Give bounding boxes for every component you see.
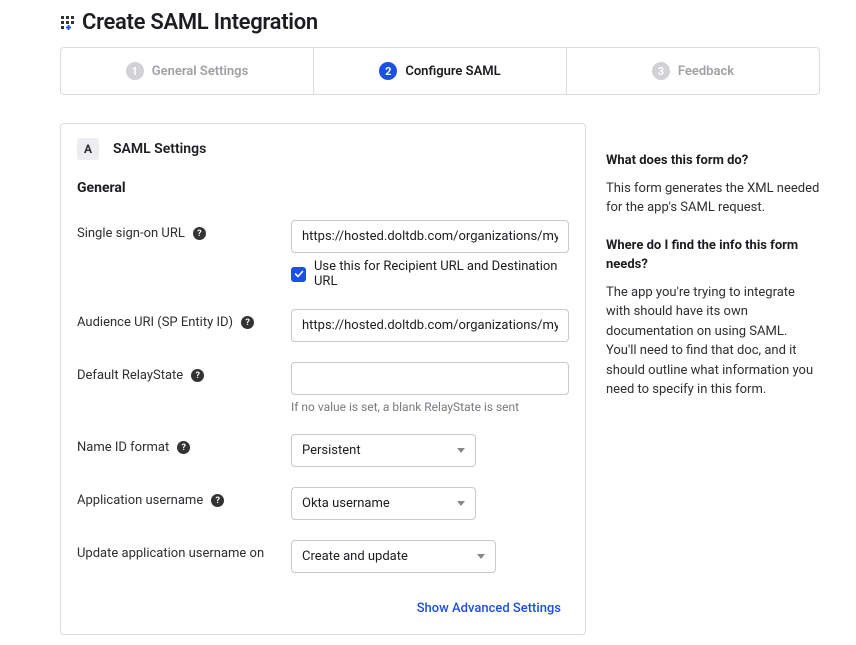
step-label: Configure SAML: [405, 64, 500, 79]
show-advanced-link[interactable]: Show Advanced Settings: [417, 601, 561, 616]
sidebar-heading: What does this form do?: [606, 151, 820, 171]
sidebar-heading: Where do I find the info this form needs…: [606, 236, 820, 275]
help-icon[interactable]: ?: [241, 316, 254, 329]
wizard-step-general[interactable]: 1 General Settings: [61, 48, 314, 94]
use-for-recipient-checkbox[interactable]: [291, 267, 306, 282]
wizard-step-configure-saml[interactable]: 2 Configure SAML: [314, 48, 567, 94]
wizard-nav: 1 General Settings 2 Configure SAML 3 Fe…: [60, 47, 820, 95]
app-username-select[interactable]: Okta username: [291, 487, 476, 520]
step-number: 1: [126, 62, 144, 80]
apps-icon: [60, 15, 76, 31]
relay-state-input[interactable]: [291, 362, 569, 395]
relay-state-helper: If no value is set, a blank RelayState i…: [291, 395, 569, 414]
sidebar-text: The app you're trying to integrate with …: [606, 283, 820, 400]
step-number: 2: [379, 62, 397, 80]
section-badge: A: [77, 138, 99, 160]
audience-uri-input[interactable]: [291, 309, 569, 342]
step-label: General Settings: [152, 64, 249, 79]
app-username-label: Application username: [77, 493, 203, 508]
help-icon[interactable]: ?: [191, 369, 204, 382]
section-title: SAML Settings: [113, 141, 206, 157]
page-title: Create SAML Integration: [82, 10, 318, 35]
relay-state-label: Default RelayState: [77, 368, 183, 383]
saml-settings-panel: A SAML Settings General Single sign-on U…: [60, 123, 586, 635]
name-id-format-label: Name ID format: [77, 440, 169, 455]
checkbox-label: Use this for Recipient URL and Destinati…: [314, 259, 569, 289]
wizard-step-feedback[interactable]: 3 Feedback: [567, 48, 819, 94]
step-label: Feedback: [678, 64, 734, 79]
sso-url-input[interactable]: [291, 220, 569, 253]
section-subtitle: General: [61, 170, 585, 210]
sidebar-text: This form generates the XML needed for t…: [606, 179, 820, 218]
name-id-format-select[interactable]: Persistent: [291, 434, 476, 467]
help-icon[interactable]: ?: [193, 227, 206, 240]
help-sidebar: What does this form do? This form genera…: [606, 123, 820, 635]
step-number: 3: [652, 62, 670, 80]
help-icon[interactable]: ?: [177, 441, 190, 454]
page-header: Create SAML Integration: [0, 10, 856, 47]
update-on-label: Update application username on: [77, 546, 264, 561]
update-on-select[interactable]: Create and update: [291, 540, 496, 573]
audience-uri-label: Audience URI (SP Entity ID): [77, 315, 233, 330]
help-icon[interactable]: ?: [211, 494, 224, 507]
sso-url-label: Single sign-on URL: [77, 226, 185, 241]
